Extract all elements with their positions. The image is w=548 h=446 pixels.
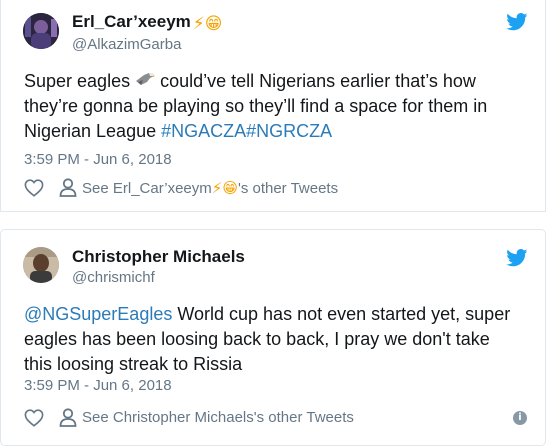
twitter-bird-icon[interactable]: [506, 249, 528, 267]
tweet-date[interactable]: 3:59 PM - Jun 6, 2018: [24, 151, 172, 168]
other-tweets-prefix: See Erl_Car’xeeym: [82, 180, 212, 197]
eagle-emoji-icon: [136, 73, 156, 85]
avatar[interactable]: [23, 247, 59, 283]
tweet-text: Super eagles could’ve tell Nigerians ear…: [24, 69, 514, 144]
heart-icon[interactable]: [24, 409, 44, 427]
author-name[interactable]: Erl_Car’xeeym ⚡😁: [72, 12, 222, 34]
hashtag-link[interactable]: #NGRCZA: [246, 121, 332, 141]
tweet-text: @NGSuperEagles World cup has not even st…: [24, 302, 516, 377]
tweet-actions: See Erl_Car’xeeym⚡😁's other Tweets: [24, 178, 524, 198]
avatar[interactable]: [23, 13, 59, 49]
tweet-card: Erl_Car’xeeym ⚡😁 @AlkazimGarba Super eagl…: [0, 0, 546, 212]
tweet-date[interactable]: 3:59 PM - Jun 6, 2018: [24, 377, 172, 394]
person-icon: [59, 178, 77, 197]
info-icon[interactable]: i: [513, 411, 527, 425]
other-tweets-link[interactable]: See Christopher Michaels's other Tweets: [82, 409, 354, 426]
hashtag-link[interactable]: #NGACZA: [161, 121, 246, 141]
mention-link[interactable]: @NGSuperEagles: [24, 304, 172, 324]
tweet-actions: See Christopher Michaels's other Tweets …: [24, 408, 527, 428]
twitter-bird-icon[interactable]: [506, 13, 528, 31]
author-name[interactable]: Christopher Michaels: [72, 247, 245, 267]
person-icon: [59, 408, 77, 427]
author-emoji-inline: ⚡😁: [211, 179, 238, 197]
heart-icon[interactable]: [24, 179, 44, 197]
tweet-text-part: Super eagles: [24, 71, 136, 91]
tweet-card: Christopher Michaels @chrismichf @NGSupe…: [0, 229, 546, 446]
author-handle[interactable]: @chrismichf: [72, 269, 155, 286]
author-handle[interactable]: @AlkazimGarba: [72, 36, 181, 53]
author-emoji-text: ⚡😁: [192, 14, 223, 34]
other-tweets-suffix: 's other Tweets: [237, 180, 339, 197]
avatar-image: [23, 247, 59, 283]
other-tweets-link[interactable]: See Erl_Car’xeeym⚡😁's other Tweets: [82, 179, 338, 197]
avatar-image: [23, 13, 59, 49]
author-name-text: Erl_Car’xeeym: [72, 12, 191, 31]
